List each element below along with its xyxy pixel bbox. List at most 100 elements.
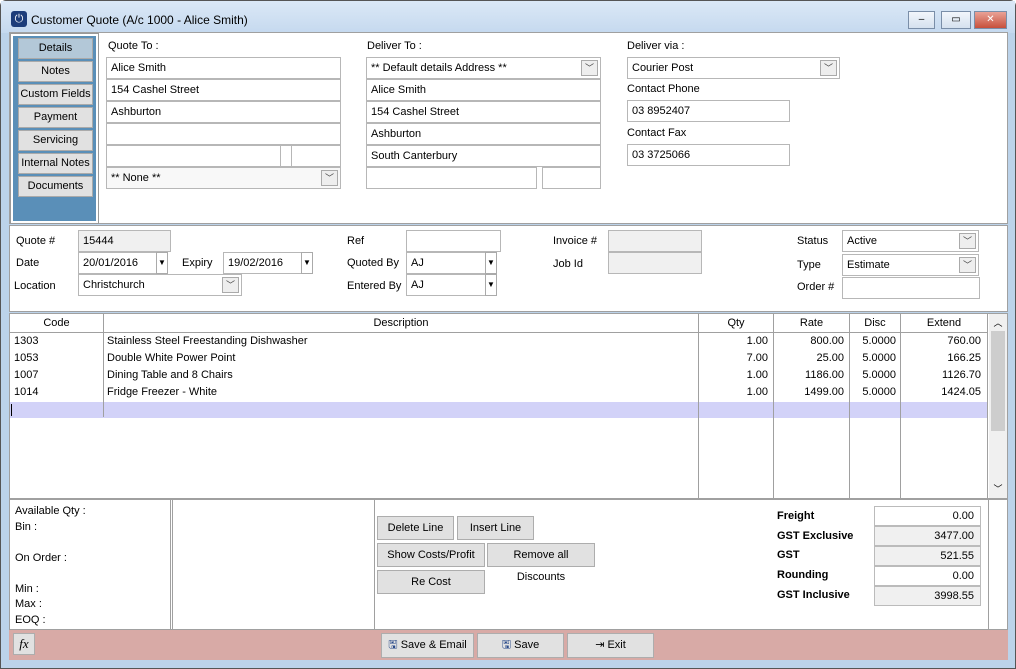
cell-extend[interactable]: 1126.70	[901, 367, 981, 384]
column-header-extend[interactable]: Extend	[901, 314, 988, 333]
expiry-dropdown-icon[interactable]: ▼	[301, 252, 313, 274]
cell-qty[interactable]: 1.00	[699, 384, 768, 401]
cell-description[interactable]: Stainless Steel Freestanding Dishwasher	[107, 333, 697, 350]
quote-to-line-2[interactable]: 154 Cashel Street	[106, 79, 341, 101]
chevron-down-icon[interactable]: ﹀	[222, 277, 239, 293]
available-qty-label: Available Qty :	[15, 505, 86, 517]
chevron-down-icon[interactable]: ﹀	[959, 257, 976, 273]
quote-to-city[interactable]	[106, 145, 281, 167]
deliver-to-line-3[interactable]: Ashburton	[366, 123, 601, 145]
cell-qty[interactable]: 1.00	[699, 333, 768, 350]
expiry-input[interactable]: 19/02/2016	[223, 252, 302, 274]
vertical-scrollbar[interactable]: ︿ ﹀	[989, 314, 1007, 498]
delete-line-button[interactable]: Delete Line	[377, 516, 454, 540]
type-select[interactable]: Estimate ﹀	[842, 254, 979, 276]
order-input[interactable]	[842, 277, 980, 299]
quote-to-select[interactable]: ** None ** ﹀	[106, 167, 341, 189]
cell-extend[interactable]: 1424.05	[901, 384, 981, 401]
quote-to-line-1[interactable]: Alice Smith	[106, 57, 341, 79]
cell-disc[interactable]: 5.0000	[850, 384, 896, 401]
chevron-down-icon[interactable]: ﹀	[959, 233, 976, 249]
deliver-to-city[interactable]	[366, 167, 537, 189]
cell-code[interactable]: 1007	[14, 367, 104, 384]
gst-value: 521.55	[874, 546, 981, 566]
status-select[interactable]: Active ﹀	[842, 230, 979, 252]
cell-code[interactable]: 1053	[14, 350, 104, 367]
show-costs-profit-button[interactable]: Show Costs/Profit	[377, 543, 485, 567]
quoted-by-select[interactable]: AJ	[406, 252, 486, 274]
entered-by-select[interactable]: AJ	[406, 274, 486, 296]
date-dropdown-icon[interactable]: ▼	[156, 252, 168, 274]
cell-description[interactable]: Dining Table and 8 Chairs	[107, 367, 697, 384]
column-header-qty[interactable]: Qty	[699, 314, 774, 333]
maximize-button[interactable]: ▭	[941, 11, 971, 29]
chevron-down-icon[interactable]: ﹀	[581, 60, 598, 76]
sidebar-item-notes[interactable]: Notes	[18, 61, 93, 82]
save-and-email-button[interactable]: 🖫 Save & Email	[381, 633, 474, 658]
scrollbar-thumb[interactable]	[991, 331, 1005, 431]
job-id-field	[608, 252, 702, 274]
deliver-to-line-4[interactable]: South Canterbury	[366, 145, 601, 167]
cell-code[interactable]: 1303	[14, 333, 104, 350]
cell-disc[interactable]: 5.0000	[850, 350, 896, 367]
chevron-down-icon[interactable]: ﹀	[820, 60, 837, 76]
cell-description[interactable]: Double White Power Point	[107, 350, 697, 367]
cell-extend[interactable]: 760.00	[901, 333, 981, 350]
close-button[interactable]: ✕	[974, 11, 1007, 29]
save-button[interactable]: 🖫 Save	[477, 633, 564, 658]
chevron-down-icon[interactable]: ﹀	[321, 170, 338, 186]
cell-qty[interactable]: 1.00	[699, 367, 768, 384]
sidebar-item-internal-notes[interactable]: Internal Notes	[18, 153, 93, 174]
sidebar-item-servicing[interactable]: Servicing	[18, 130, 93, 151]
remove-all-discounts-button[interactable]: Remove all Discounts	[487, 543, 595, 583]
location-select[interactable]: Christchurch ﹀	[78, 274, 242, 296]
cell-rate[interactable]: 1499.00	[774, 384, 844, 401]
formula-button[interactable]: fx	[13, 633, 35, 655]
cell-rate[interactable]: 1186.00	[774, 367, 844, 384]
sidebar-item-custom-fields[interactable]: Custom Fields	[18, 84, 93, 105]
freight-input[interactable]: 0.00	[874, 506, 981, 526]
column-header-rate[interactable]: Rate	[774, 314, 850, 333]
deliver-to-select-value: ** Default details Address **	[371, 62, 507, 74]
cell-disc[interactable]: 5.0000	[850, 333, 896, 350]
sidebar-item-documents[interactable]: Documents	[18, 176, 93, 197]
column-header-disc[interactable]: Disc	[850, 314, 901, 333]
cell-disc[interactable]: 5.0000	[850, 367, 896, 384]
exit-button[interactable]: ⇥ Exit	[567, 633, 654, 658]
deliver-to-line-1[interactable]: Alice Smith	[366, 79, 601, 101]
scroll-up-icon[interactable]: ︿	[989, 316, 1007, 329]
on-order-label: On Order :	[15, 552, 67, 564]
quoted-by-dropdown-icon[interactable]: ▼	[485, 252, 497, 274]
cell-extend[interactable]: 166.25	[901, 350, 981, 367]
cell-rate[interactable]: 800.00	[774, 333, 844, 350]
cell-description[interactable]: Fridge Freezer - White	[107, 384, 697, 401]
minimize-button[interactable]: –	[908, 11, 935, 29]
deliver-to-postcode[interactable]	[542, 167, 601, 189]
order-label: Order #	[797, 281, 835, 293]
quote-to-line-3[interactable]: Ashburton	[106, 101, 341, 123]
scroll-down-icon[interactable]: ﹀	[989, 482, 1007, 495]
cell-qty[interactable]: 7.00	[699, 350, 768, 367]
column-header-description[interactable]: Description	[104, 314, 699, 333]
ref-input[interactable]	[406, 230, 501, 252]
deliver-to-select[interactable]: ** Default details Address ** ﹀	[366, 57, 601, 79]
deliver-to-line-2[interactable]: 154 Cashel Street	[366, 101, 601, 123]
date-input[interactable]: 20/01/2016	[78, 252, 157, 274]
contact-phone-input[interactable]: 03 8952407	[627, 100, 790, 122]
rounding-input[interactable]: 0.00	[874, 566, 981, 586]
power-app-icon: ⏻	[11, 11, 27, 27]
quote-to-line-4[interactable]	[106, 123, 341, 145]
divider	[988, 500, 989, 629]
sidebar-item-payment[interactable]: Payment	[18, 107, 93, 128]
deliver-to-label: Deliver To :	[367, 40, 422, 52]
re-cost-button[interactable]: Re Cost	[377, 570, 485, 594]
deliver-via-select[interactable]: Courier Post ﹀	[627, 57, 840, 79]
contact-fax-input[interactable]: 03 3725066	[627, 144, 790, 166]
entered-by-dropdown-icon[interactable]: ▼	[485, 274, 497, 296]
sidebar-item-details[interactable]: Details	[18, 38, 93, 59]
column-header-code[interactable]: Code	[10, 314, 104, 333]
quote-to-postcode[interactable]	[291, 145, 341, 167]
cell-code[interactable]: 1014	[14, 384, 104, 401]
insert-line-button[interactable]: Insert Line	[457, 516, 534, 540]
cell-rate[interactable]: 25.00	[774, 350, 844, 367]
